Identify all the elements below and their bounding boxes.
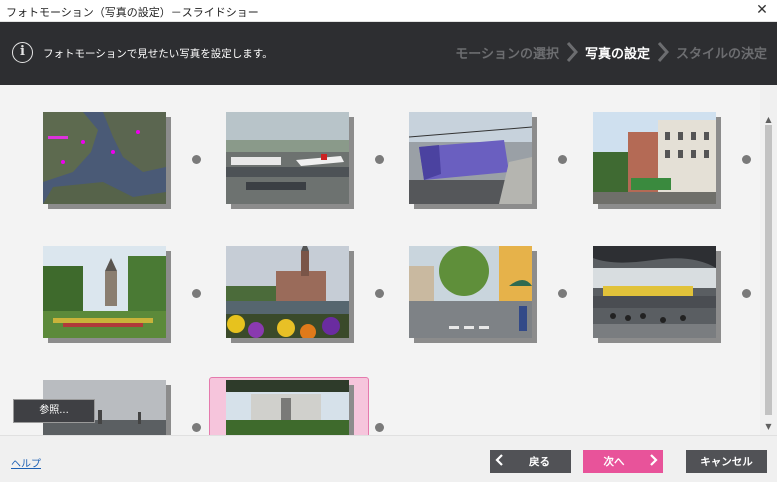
insert-dot[interactable]: [192, 155, 201, 164]
wizard-footer: ヘルプ 戻る 次へ キャンセル: [0, 435, 777, 482]
insert-dot[interactable]: [375, 155, 384, 164]
wizard-header: i フォトモーションで見せたい写真を設定します。 モーションの選択 写真の設定 …: [0, 22, 777, 85]
photo-thumbnail-park-tower[interactable]: [43, 246, 166, 338]
insert-dot[interactable]: [558, 155, 567, 164]
scroll-down-icon[interactable]: ▼: [760, 418, 777, 435]
insert-dot[interactable]: [375, 423, 384, 432]
instruction-text: フォトモーションで見せたい写真を設定します。: [43, 48, 273, 60]
photo-thumbnail-street-buildings[interactable]: [593, 112, 716, 204]
insert-dot[interactable]: [558, 289, 567, 298]
photo-thumbnail-airport[interactable]: [226, 112, 349, 204]
scrollbar-thumb[interactable]: [765, 125, 772, 415]
chevron-right-icon: [650, 42, 676, 62]
step-style-decide: スタイルの決定: [675, 46, 767, 62]
insert-dot[interactable]: [192, 423, 201, 432]
next-button[interactable]: 次へ: [583, 450, 663, 473]
insert-dot[interactable]: [375, 289, 384, 298]
photo-thumbnail-building-trees[interactable]: [226, 380, 349, 435]
back-button-label: 戻る: [529, 456, 550, 468]
photo-thumbnail-train-station[interactable]: [409, 112, 532, 204]
title-bar: フォトモーション（写真の設定）－スライドショー ✕: [0, 0, 777, 22]
info-icon: i: [12, 42, 33, 63]
window-title: フォトモーション（写真の設定）－スライドショー: [6, 6, 259, 19]
cancel-button[interactable]: キャンセル: [686, 450, 767, 473]
wizard-steps: モーションの選択 写真の設定 スタイルの決定: [455, 42, 767, 62]
step-motion-select: モーションの選択: [455, 46, 559, 62]
photo-thumbnail-station-platform[interactable]: [593, 246, 716, 338]
cancel-button-label: キャンセル: [700, 456, 753, 468]
insert-dot[interactable]: [192, 289, 201, 298]
vertical-scrollbar[interactable]: ▲ ▼: [760, 85, 777, 435]
photo-thumbnail-europe-map[interactable]: [43, 112, 166, 204]
step-photo-settings: 写真の設定: [584, 46, 650, 62]
next-button-label: 次へ: [603, 456, 625, 468]
photo-grid-area: 参照... ▲ ▼: [0, 85, 777, 435]
photo-thumbnail-rainy-street[interactable]: [409, 246, 532, 338]
back-button[interactable]: 戻る: [490, 450, 571, 473]
browse-button[interactable]: 参照...: [13, 399, 95, 423]
chevron-right-icon: [559, 42, 585, 62]
insert-dot[interactable]: [742, 289, 751, 298]
insert-dot[interactable]: [742, 155, 751, 164]
photo-thumbnail-church-flowers[interactable]: [226, 246, 349, 338]
chevron-left-icon: [490, 453, 508, 470]
close-icon[interactable]: ✕: [747, 0, 777, 22]
help-link[interactable]: ヘルプ: [11, 455, 41, 470]
chevron-right-icon: [645, 453, 663, 470]
